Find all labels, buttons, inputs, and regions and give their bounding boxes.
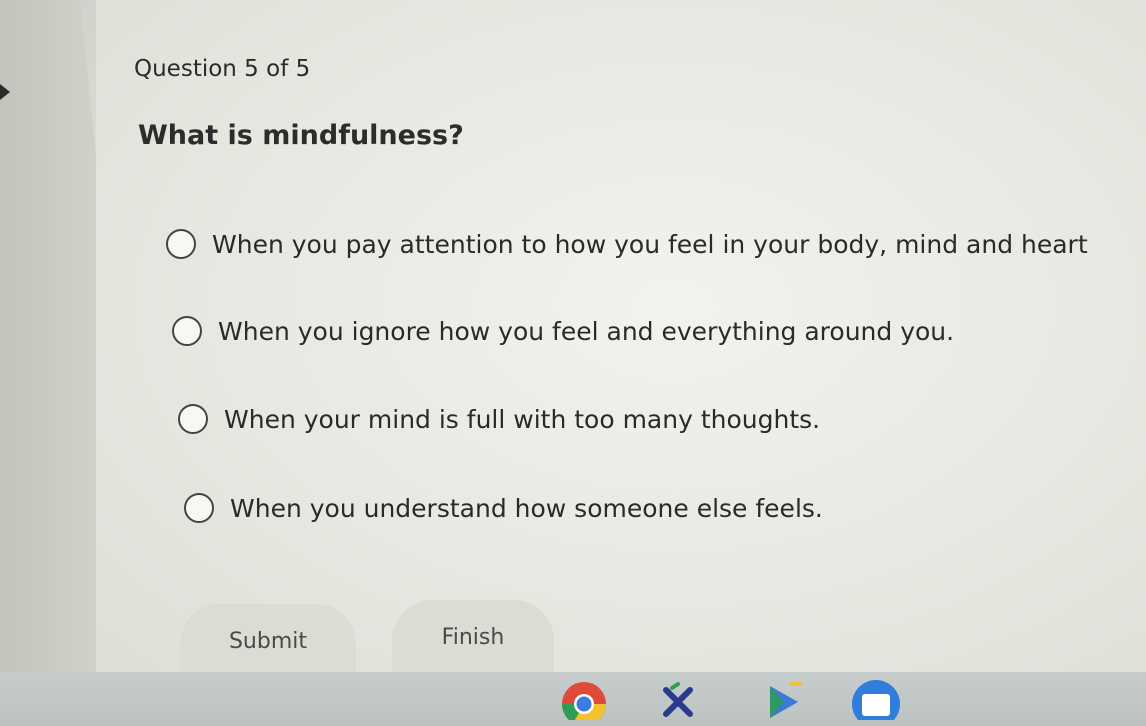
radio-button[interactable] (172, 316, 202, 346)
chrome-icon[interactable] (560, 680, 608, 720)
answer-option-2[interactable]: When you ignore how you feel and everyth… (172, 316, 954, 346)
answer-label: When your mind is full with too many tho… (224, 404, 821, 434)
answer-option-3[interactable]: When your mind is full with too many tho… (178, 404, 820, 434)
math-app-icon[interactable] (660, 680, 700, 720)
radio-button[interactable] (184, 493, 214, 523)
answer-label: When you ignore how you feel and everyth… (218, 316, 955, 346)
answer-option-4[interactable]: When you understand how someone else fee… (184, 493, 823, 523)
radio-button[interactable] (178, 404, 208, 434)
question-text: What is mindfulness? (138, 120, 464, 151)
radio-button[interactable] (166, 229, 196, 259)
mouse-cursor-icon (0, 84, 10, 100)
finish-button[interactable]: Finish (392, 600, 554, 674)
play-store-icon[interactable] (762, 680, 806, 720)
answer-label: When you understand how someone else fee… (230, 493, 823, 523)
submit-button[interactable]: Submit (180, 604, 356, 678)
files-app-icon[interactable] (846, 680, 906, 720)
answer-label: When you pay attention to how you feel i… (212, 229, 1088, 259)
question-counter: Question 5 of 5 (134, 56, 311, 82)
answer-option-1[interactable]: When you pay attention to how you feel i… (166, 229, 1088, 259)
